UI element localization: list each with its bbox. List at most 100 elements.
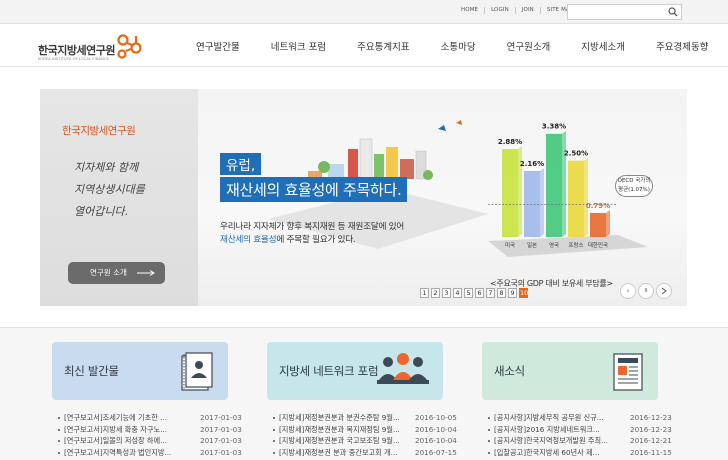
list-item-title: [공지사항]한국지역정보개발원 주최... bbox=[488, 435, 623, 447]
logo[interactable]: 한국지방세연구원 KOREA INSTITUTE OF LOCAL FINANC… bbox=[38, 31, 148, 63]
headline-line-2: 재산세의 효율성에 주목하다. bbox=[220, 177, 408, 202]
nav-network-forum[interactable]: 네트워크 포럼 bbox=[271, 39, 326, 53]
institute-intro-button[interactable]: 연구원 소개 bbox=[68, 262, 165, 284]
headline-rest: 에 주목하다. bbox=[324, 181, 402, 199]
pause-slide-button[interactable]: II bbox=[638, 283, 654, 299]
network-forum-list: [지방세]재정분권분과 분권수준탐 9월... 2016-10-05 [지방세]재… bbox=[273, 412, 461, 458]
slide-page-button[interactable]: 8 bbox=[497, 288, 506, 298]
oecd-average-note: OECD 국가의 평균(1.07%) bbox=[615, 175, 653, 197]
logo-name-en: KOREA INSTITUTE OF LOCAL FINANCE bbox=[38, 57, 109, 61]
list-item-date: 2016-10-04 bbox=[415, 424, 457, 434]
network-forum-card[interactable]: 지방세 네트워크 포럼 bbox=[267, 342, 443, 400]
nav-economic-trends[interactable]: 주요경제동향 bbox=[656, 39, 708, 53]
headline-line-1: 유럽, bbox=[220, 153, 262, 175]
list-item-date: 2016-10-05 bbox=[415, 413, 457, 422]
utility-bar: HOME LOGIN JOIN SITE MAP bbox=[0, 0, 728, 25]
list-item[interactable]: [공지사항]지방세무직 공무원 신규... 2016-12-23 bbox=[488, 412, 676, 424]
slide-pager: 1 2 3 4 5 6 7 8 9 10 bbox=[420, 288, 528, 298]
description-emphasis: 재산세의 효율성 bbox=[220, 235, 277, 245]
home-link[interactable]: HOME bbox=[461, 7, 484, 14]
list-item-date: 2016-12-21 bbox=[630, 436, 672, 445]
search-icon[interactable] bbox=[668, 7, 678, 17]
news-list: [공지사항]지방세무직 공무원 신규... 2016-12-23 [공지사항]20… bbox=[488, 412, 676, 458]
list-item-title: [공지사항]지방세무직 공무원 신규... bbox=[488, 412, 623, 424]
logo-mark-icon bbox=[117, 34, 142, 59]
nav-statistics[interactable]: 주요통계지표 bbox=[357, 39, 409, 53]
chevron-right-icon bbox=[661, 287, 667, 295]
utility-links: HOME LOGIN JOIN SITE MAP bbox=[461, 7, 579, 14]
slide-page-button[interactable]: 5 bbox=[464, 288, 473, 298]
card-title: 최신 발간물 bbox=[64, 364, 119, 378]
description-rest: 에 주목할 필요가 있다. bbox=[276, 235, 356, 245]
slogan-line: 열어갑니다. bbox=[74, 205, 129, 218]
chart-category-label: 프랑스 bbox=[568, 242, 583, 249]
list-item-date: 2017-01-03 bbox=[200, 424, 242, 434]
nav-publications[interactable]: 연구발간물 bbox=[196, 39, 240, 53]
chart-value-label: 0.79% bbox=[586, 202, 610, 210]
chart-category-label: 일본 bbox=[527, 241, 537, 249]
card-title: 새소식 bbox=[494, 364, 525, 378]
search-input[interactable] bbox=[568, 11, 664, 25]
chart-value-label: 3.38% bbox=[542, 123, 566, 131]
oecd-note-line-1: OECD 국가의 bbox=[617, 178, 651, 184]
banner-slide[interactable]: 유럽, 재산세의 효율성에 주목하다. 우리나라 지자체가 향후 복지재원 등 … bbox=[198, 89, 687, 306]
list-item-date: 2016-12-23 bbox=[630, 413, 672, 422]
list-item-title: [공지사항]2016 지방세네트워크... bbox=[488, 424, 623, 436]
list-item-title: [연구보고서]지방세 확충 자구노... bbox=[58, 424, 193, 436]
news-card[interactable]: 새소식 bbox=[482, 342, 658, 400]
main-banner: 한국지방세연구원 지자체와 함께 지역상생시대를 열어갑니다. 연구원 소개 유… bbox=[40, 89, 687, 306]
banner-intro-panel: 한국지방세연구원 지자체와 함께 지역상생시대를 열어갑니다. 연구원 소개 bbox=[40, 89, 198, 306]
chart-category-label: 영국 bbox=[549, 241, 559, 249]
slide-page-button[interactable]: 4 bbox=[453, 288, 462, 298]
list-item[interactable]: [지방세]재정분권분과 복지재정팀 9월... 2016-10-04 bbox=[273, 424, 461, 436]
chart-bar bbox=[568, 157, 588, 237]
banner-description-2: 재산세의 효율성에 주목할 필요가 있다. bbox=[220, 232, 356, 245]
publications-card[interactable]: 최신 발간물 bbox=[52, 342, 228, 400]
nav-communication[interactable]: 소통마당 bbox=[441, 39, 476, 53]
slogan-line: 지역상생시대를 bbox=[74, 183, 145, 196]
slide-page-button[interactable]: 7 bbox=[486, 288, 495, 298]
slide-page-button[interactable]: 1 bbox=[420, 288, 429, 298]
join-link[interactable]: JOIN bbox=[514, 7, 540, 14]
banner-description-1: 우리나라 지자체가 향후 복지재원 등 재원조달에 있어 bbox=[220, 222, 405, 232]
list-item-title: [연구보고서]조세기능에 기초한 ... bbox=[58, 412, 193, 424]
slide-page-button[interactable]: 3 bbox=[442, 288, 451, 298]
slide-page-button[interactable]: 2 bbox=[431, 288, 440, 298]
list-item[interactable]: [지방세]재정분권분과 분권수준탐 9월... 2016-10-05 bbox=[273, 412, 461, 424]
newspaper-icon bbox=[613, 353, 643, 391]
list-item[interactable]: [공지사항]한국지역정보개발원 주최... 2016-12-21 bbox=[488, 435, 676, 447]
list-item[interactable]: [연구보고서]지역특성과 법인지방... 2017-01-03 bbox=[58, 447, 246, 459]
list-item-title: [연구보고서]지역특성과 법인지방... bbox=[58, 447, 193, 459]
prev-slide-button[interactable]: ‹ bbox=[620, 283, 636, 299]
nav-about-local-tax[interactable]: 지방세소개 bbox=[581, 39, 625, 53]
chart-value-label: 2.16% bbox=[520, 160, 544, 168]
logo-name-ko: 한국지방세연구원 bbox=[38, 44, 115, 57]
login-link[interactable]: LOGIN bbox=[484, 7, 515, 14]
list-item[interactable]: [연구보고서]지방세 확충 자구노... 2017-01-03 bbox=[58, 424, 246, 436]
list-item-title: [지방세]재정분권분과 복지재정팀 9월... bbox=[273, 424, 408, 436]
chart-bar bbox=[590, 209, 610, 237]
slide-page-button[interactable]: 6 bbox=[475, 288, 484, 298]
list-item[interactable]: [지방세]재정분권분과 국고보조팀 9월... 2016-10-04 bbox=[273, 435, 461, 447]
list-item-date: 2016-12-23 bbox=[630, 424, 672, 434]
chart-value-label: 2.88% bbox=[498, 138, 522, 146]
slide-page-button[interactable]: 9 bbox=[508, 288, 517, 298]
list-item[interactable]: [연구보고서]조세기능에 기초한 ... 2017-01-03 bbox=[58, 412, 246, 424]
oecd-note-line-2: 평균(1.07%) bbox=[618, 187, 650, 193]
list-item-date: 2017-01-03 bbox=[200, 436, 242, 445]
people-group-icon bbox=[377, 353, 429, 384]
nav-about-institute[interactable]: 연구원소개 bbox=[507, 39, 551, 53]
list-item[interactable]: [공지사항]2016 지방세네트워크... 2016-12-23 bbox=[488, 424, 676, 436]
chart-bar bbox=[546, 130, 566, 237]
list-item[interactable]: [지방세]재정분권 분과 중간보고회 개... 2016-07-15 bbox=[273, 447, 461, 459]
list-item-date: 2017-01-03 bbox=[200, 447, 242, 457]
list-item-title: [입찰공고]한국지방세 60년사 제... bbox=[488, 447, 623, 459]
list-item[interactable]: [연구보고서]일몰의 저성장 하에... 2017-01-03 bbox=[58, 435, 246, 447]
chart-category-label: 미국 bbox=[505, 241, 515, 249]
list-item[interactable]: [입찰공고]한국지방세 60년사 제... 2016-11-15 bbox=[488, 447, 676, 459]
slide-page-button[interactable]: 10 bbox=[519, 288, 528, 298]
list-item-date: 2016-07-15 bbox=[415, 447, 457, 457]
document-icon bbox=[181, 352, 213, 391]
next-slide-button[interactable] bbox=[656, 283, 672, 299]
card-title: 지방세 네트워크 포럼 bbox=[279, 364, 379, 378]
